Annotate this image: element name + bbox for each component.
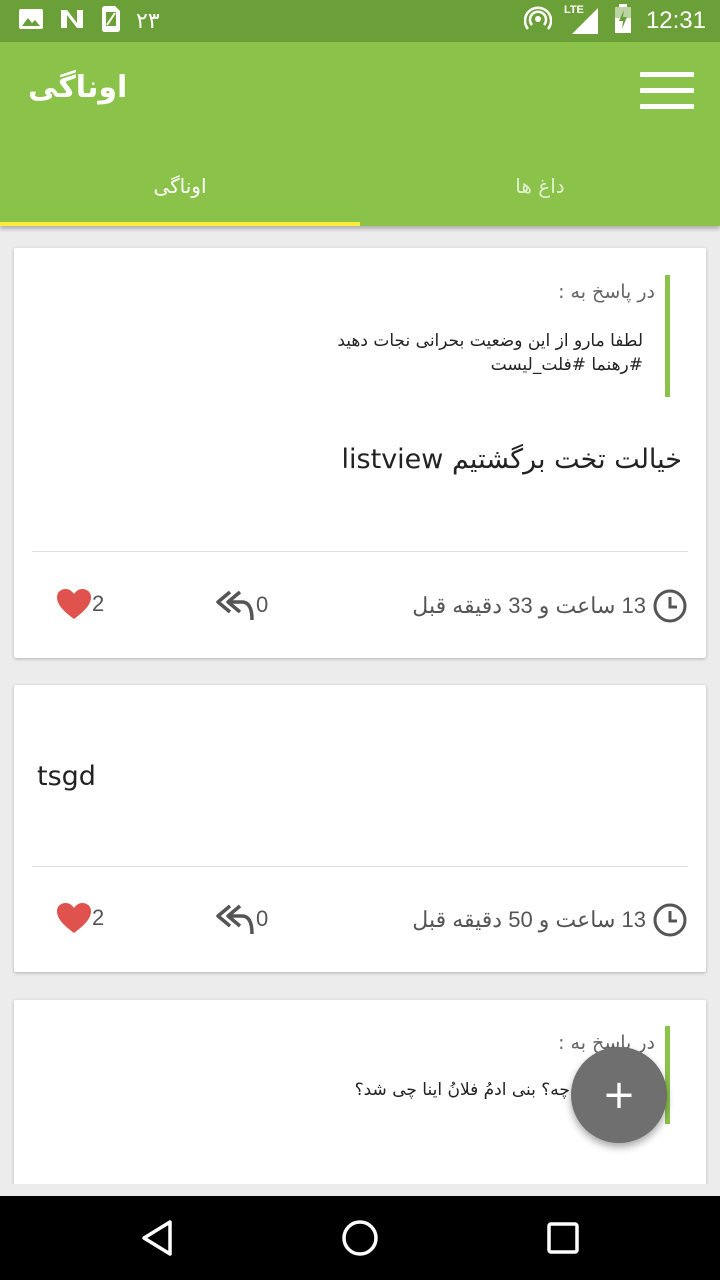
back-icon[interactable] — [136, 1216, 180, 1260]
navigation-bar — [0, 1196, 720, 1280]
divider — [32, 551, 688, 552]
tab-hot[interactable]: داغ ها — [360, 146, 720, 226]
post-time: 13 ساعت و 33 دقیقه قبل — [412, 588, 688, 624]
tab-label: اوناگی — [153, 174, 207, 198]
recents-icon[interactable] — [541, 1216, 585, 1260]
heart-icon — [57, 903, 91, 933]
sim-icon — [100, 5, 122, 37]
heart-icon — [57, 589, 91, 619]
post-feed[interactable]: در پاسخ به : لطفا مارو از این وضعیت بحرا… — [0, 226, 720, 1184]
reply-quote: در پاسخ به : لطفا مارو از این وضعیت بحرا… — [65, 275, 670, 397]
reply-label: در پاسخ به : — [558, 281, 655, 303]
menu-icon[interactable] — [640, 72, 694, 110]
like-button[interactable]: 2 — [56, 902, 104, 934]
add-post-button[interactable]: + — [571, 1047, 667, 1143]
clock-icon — [653, 589, 687, 623]
reply-all-icon — [216, 590, 254, 621]
post-card[interactable]: tsgd 13 ساعت و 50 دقیقه قبل 0 2 — [14, 685, 706, 972]
clock-icon — [653, 903, 687, 937]
app-title: اوناگی — [28, 70, 128, 105]
post-text: tsgd — [37, 761, 96, 792]
like-count: 2 — [92, 905, 105, 930]
like-button[interactable]: 2 — [56, 588, 104, 620]
like-count: 2 — [92, 591, 105, 616]
time-label: 13 ساعت و 33 دقیقه قبل — [412, 593, 646, 618]
post-card[interactable]: در پاسخ به : لطفا مارو از این وضعیت بحرا… — [14, 248, 706, 658]
no-sim-icon — [58, 7, 86, 35]
reply-count: 0 — [256, 592, 269, 617]
app-bar: اوناگی اوناگی داغ ها — [0, 42, 720, 226]
post-time: 13 ساعت و 50 دقیقه قبل — [412, 902, 688, 938]
tab-label: داغ ها — [515, 174, 565, 198]
home-icon[interactable] — [338, 1216, 382, 1260]
signal-icon: LTE — [563, 4, 600, 36]
network-type-label: LTE — [563, 4, 584, 16]
post-text: خیالت تخت برگشتیم listview — [341, 444, 682, 475]
image-icon — [18, 7, 44, 35]
reply-all-icon — [216, 904, 254, 935]
status-date: ٢٣ — [136, 8, 160, 34]
reply-line: لطفا مارو از این وضعیت بحرانی نجات دهید — [337, 331, 643, 351]
reply-count: 0 — [256, 906, 269, 931]
reply-text: لطفا مارو از این وضعیت بحرانی نجات دهید … — [337, 329, 643, 377]
time-label: 13 ساعت و 50 دقیقه قبل — [412, 907, 646, 932]
divider — [32, 866, 688, 867]
reply-line: #رهنما #فلت_لیست — [490, 355, 643, 375]
status-clock: 12:31 — [645, 7, 706, 34]
hotspot-icon — [523, 5, 553, 37]
status-bar: ٢٣ LTE 12:31 — [0, 0, 720, 42]
tab-onagi[interactable]: اوناگی — [0, 146, 360, 226]
reply-button[interactable]: 0 — [216, 902, 268, 936]
battery-icon — [614, 4, 632, 38]
reply-button[interactable]: 0 — [216, 588, 268, 622]
